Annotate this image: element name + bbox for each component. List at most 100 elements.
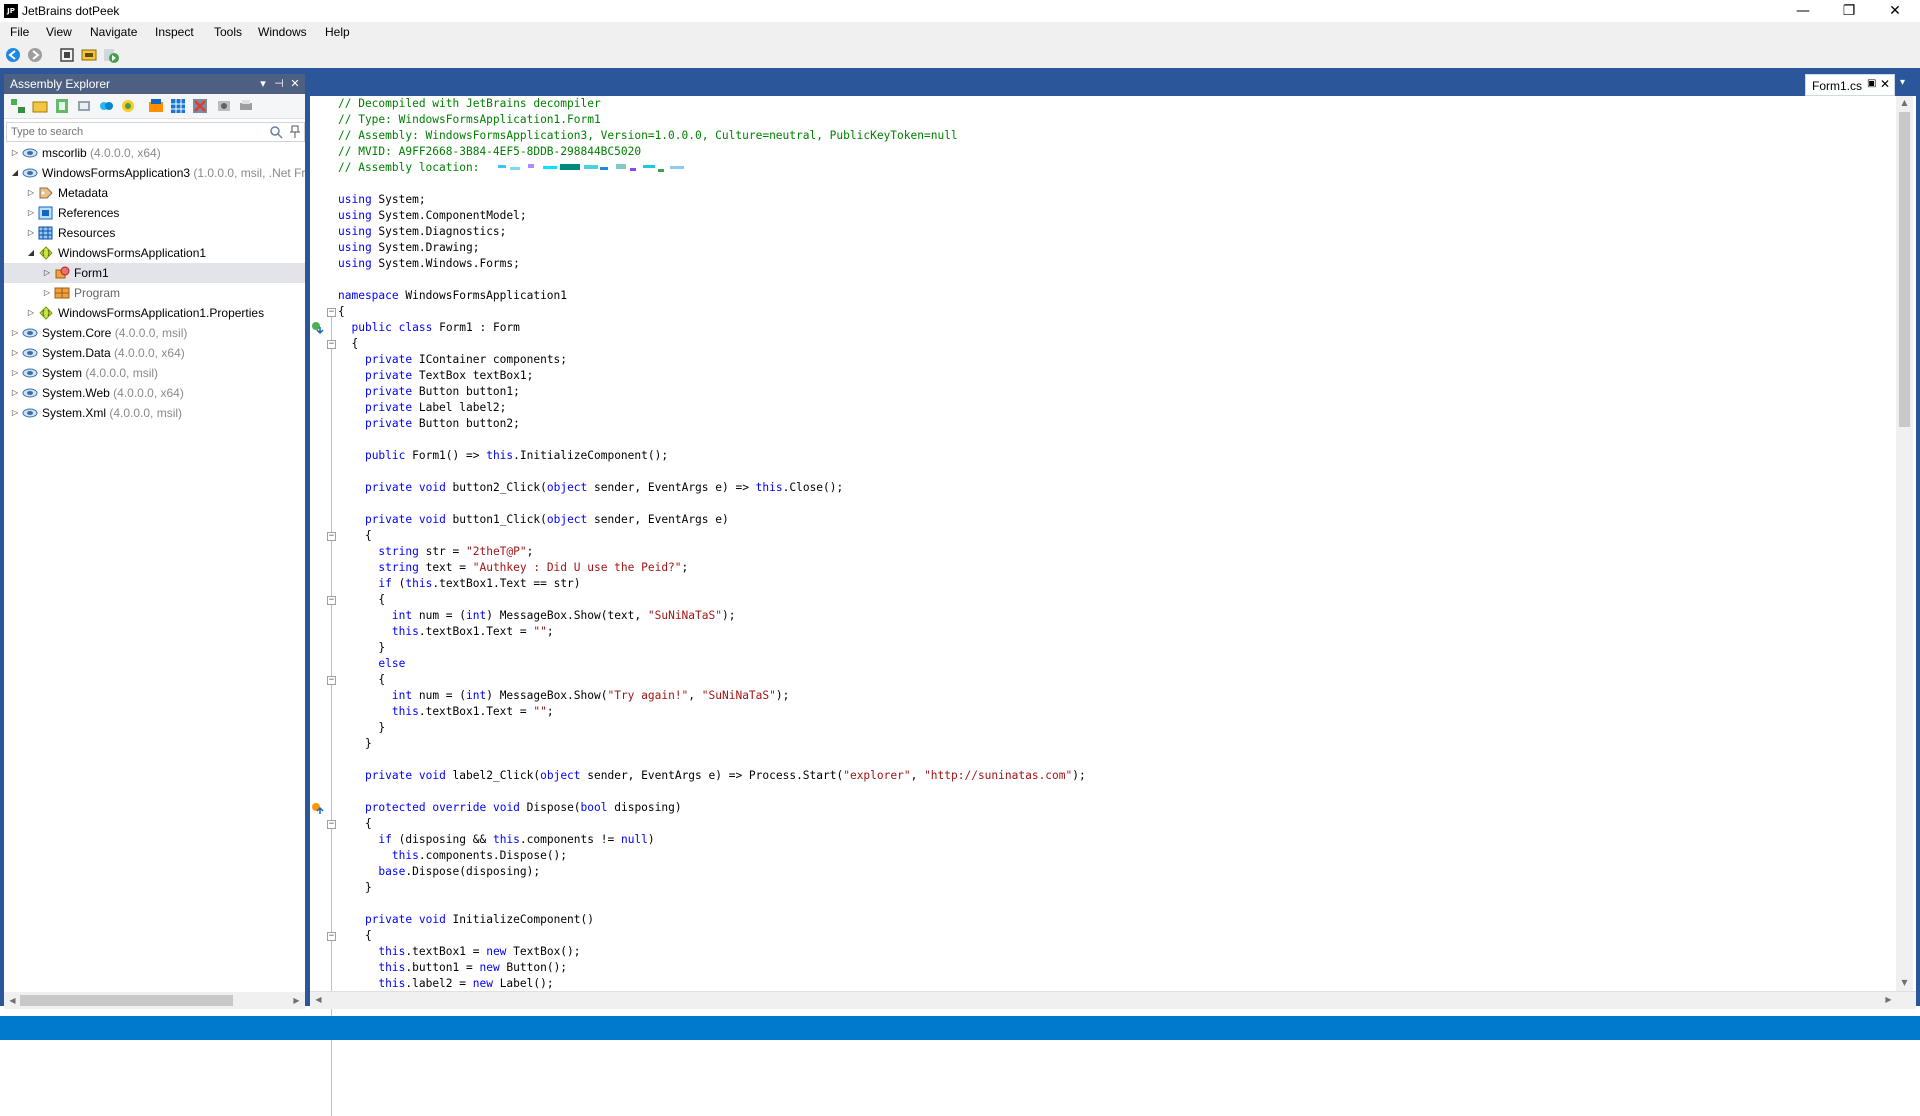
fold-else-icon[interactable]: − [327,676,336,685]
tree-node-system-data[interactable]: ▷ System.Data (4.0.0.0, x64) [4,343,305,363]
settings-icon[interactable] [216,98,232,114]
show-references-icon[interactable] [120,98,136,114]
tree-node-form1[interactable]: ▷ Form1 [4,263,305,283]
panel-header: Assembly Explorer ▾ ⊣ ✕ [4,74,305,94]
code-line: // Assembly location: [338,161,487,174]
collapse-icon[interactable]: ◢ [26,248,36,258]
code-line: private IContainer components; [364,353,568,366]
export-project-icon[interactable] [148,98,164,114]
forward-icon[interactable] [27,47,43,63]
expand-icon[interactable]: ▷ [10,388,20,398]
scroll-up-icon[interactable]: ▲ [1896,96,1913,110]
tree-node-windowsformsapplication3[interactable]: ◢ WindowsFormsApplication3 (1.0.0.0, msi… [4,163,305,183]
fold-if-icon[interactable]: − [327,596,336,605]
title-bar: JP JetBrains dotPeek — ❐ ✕ [0,0,1920,22]
panel-pin-icon[interactable]: ⊣ [272,76,286,92]
expand-icon[interactable]: ▷ [26,228,36,238]
open-assembly-icon[interactable] [32,98,48,114]
scroll-left-icon[interactable]: ◀ [310,993,327,1007]
minimize-button[interactable]: — [1780,0,1826,22]
code-editor[interactable]: − − − − − − − // Decompiled with JetBrai… [310,96,1916,1116]
open-nuget-icon[interactable] [76,98,92,114]
stop-icon[interactable] [59,47,75,63]
scroll-right-icon[interactable]: ▶ [1880,993,1897,1007]
collapse-all-icon[interactable] [10,98,26,114]
menu-navigate[interactable]: Navigate [90,25,137,39]
editor-gutter: − − − − − − − [310,96,338,1116]
inheritance-marker-icon[interactable] [311,321,325,335]
tree-node-resources[interactable]: ▷ Resources [4,223,305,243]
editor-vertical-scrollbar[interactable]: ▲ ▼ [1896,96,1913,991]
scroll-down-icon[interactable]: ▼ [1896,976,1913,990]
tab-pin-icon[interactable]: ▣ [1867,78,1876,89]
expand-icon[interactable]: ▷ [26,308,36,318]
assembly-list-icon[interactable] [98,98,114,114]
expand-icon[interactable]: ▷ [10,328,20,338]
assembly-icon [22,388,38,398]
maximize-button[interactable]: ❐ [1826,0,1872,22]
menu-windows[interactable]: Windows [258,25,307,39]
tree-node-references[interactable]: ▷ References [4,203,305,223]
tree-node-system-core[interactable]: ▷ System.Core (4.0.0.0, msil) [4,323,305,343]
tree-node-system-web[interactable]: ▷ System.Web (4.0.0.0, x64) [4,383,305,403]
expand-icon[interactable]: ▷ [10,408,20,418]
editor-horizontal-scrollbar[interactable]: ◀ ▶ [310,991,1916,1009]
open-icon[interactable] [81,47,97,63]
code-line: this.button1 = new Button(); [378,961,568,974]
dotpeek-logo-icon: JP [4,4,18,18]
go-icon[interactable] [103,47,119,63]
print-icon[interactable] [238,98,254,114]
menu-file[interactable]: File [10,25,29,39]
tree-node-system-xml[interactable]: ▷ System.Xml (4.0.0.0, msil) [4,403,305,423]
menu-help[interactable]: Help [325,25,350,39]
menu-inspect[interactable]: Inspect [155,25,194,39]
fold-initialize-icon[interactable]: − [327,932,336,941]
fold-method-icon[interactable]: − [327,532,336,541]
code-line: using System.Windows.Forms; [338,257,520,270]
back-icon[interactable] [5,47,21,63]
search-box[interactable] [6,122,305,142]
scrollbar-thumb[interactable] [20,995,233,1006]
override-marker-icon[interactable] [311,802,325,816]
tab-dropdown-icon[interactable]: ▾ [1900,77,1905,88]
expand-icon[interactable]: ▷ [10,368,20,378]
expand-icon[interactable]: ▷ [26,188,36,198]
tree-node-metadata[interactable]: ▷ Metadata [4,183,305,203]
menu-tools[interactable]: Tools [214,25,242,39]
open-gac-icon[interactable] [54,98,70,114]
code-line: string text = "Authkey : Did U use the P… [378,561,689,574]
remove-assembly-icon[interactable] [192,98,208,114]
search-input[interactable] [11,124,261,139]
code-line: { [338,305,345,318]
collapse-icon[interactable]: ◢ [10,168,20,178]
expand-icon[interactable]: ▷ [42,288,52,298]
tree-node-system[interactable]: ▷ System (4.0.0.0, msil) [4,363,305,383]
tree-node-namespace-windowsformsapplication1[interactable]: ◢ WindowsFormsApplication1 [4,243,305,263]
menu-view[interactable]: View [46,25,72,39]
expand-icon[interactable]: ▷ [26,208,36,218]
scroll-left-icon[interactable]: ◀ [4,994,21,1008]
scrollbar-thumb[interactable] [1899,112,1910,427]
expand-icon[interactable]: ▷ [10,348,20,358]
scroll-right-icon[interactable]: ▶ [288,994,305,1008]
pin-search-icon[interactable] [289,125,301,139]
code-area[interactable]: // Decompiled with JetBrains decompiler … [338,96,1868,991]
tree-node-mscorlib[interactable]: ▷ mscorlib (4.0.0.0, x64) [4,143,305,163]
fold-dispose-icon[interactable]: − [327,820,336,829]
grid-icon[interactable] [170,98,186,114]
fold-class-icon[interactable]: − [327,340,336,349]
close-window-button[interactable]: ✕ [1872,0,1918,22]
expand-icon[interactable]: ▷ [10,148,20,158]
tab-form1-cs[interactable]: Form1.cs ▣ ✕ [1805,74,1895,96]
panel-close-icon[interactable]: ✕ [288,76,302,92]
fold-namespace-icon[interactable]: − [327,308,336,317]
search-icon[interactable] [269,125,283,139]
tree-node-namespace-properties[interactable]: ▷ WindowsFormsApplication1.Properties [4,303,305,323]
resources-icon [38,226,53,240]
tree-node-program[interactable]: ▷ Program [4,283,305,303]
code-line: // Assembly: WindowsFormsApplication3, V… [338,129,958,142]
tree-horizontal-scrollbar[interactable]: ◀ ▶ [4,992,305,1009]
tab-close-icon[interactable]: ✕ [1880,77,1890,91]
expand-icon[interactable]: ▷ [42,268,52,278]
panel-dropdown-icon[interactable]: ▾ [256,76,270,92]
